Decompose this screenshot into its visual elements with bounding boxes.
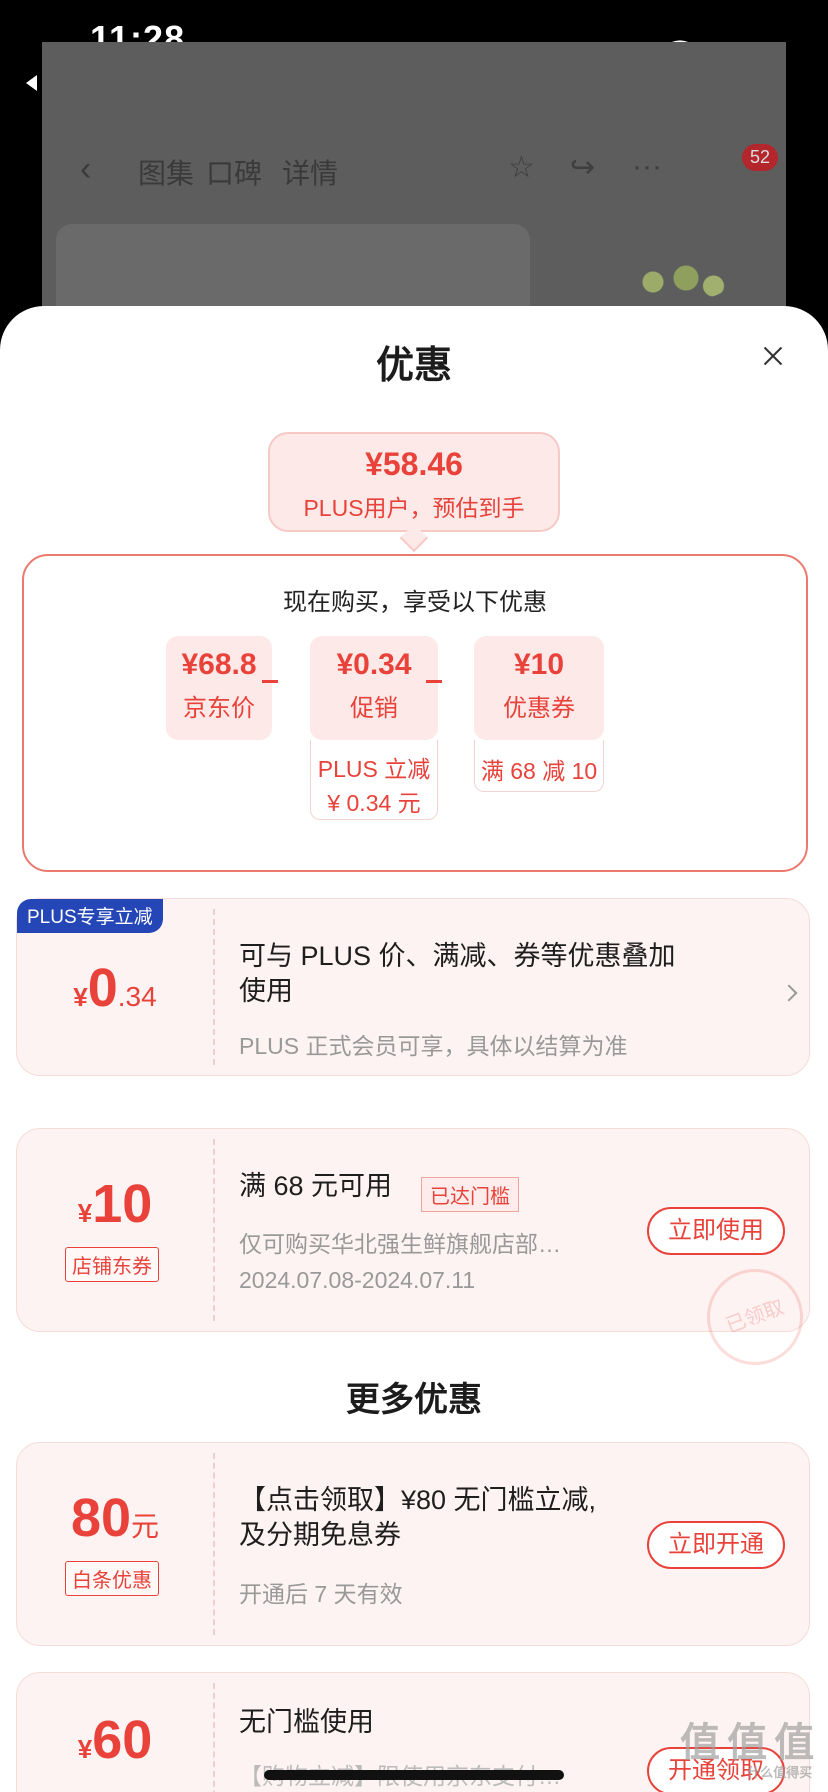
store-coupon-date: 2024.07.08-2024.07.11 — [239, 1267, 476, 1293]
baitiao-subtitle: 开通后 7 天有效 — [239, 1581, 403, 1607]
baitiao-amount-unit: 元 — [131, 1511, 160, 1542]
coupon-detail: 满 68 减 10 — [474, 740, 604, 792]
tab-details: 详情 — [282, 158, 339, 189]
more-icon: ··· — [632, 150, 662, 183]
promotion-value: ¥0.34 — [336, 648, 412, 681]
product-image — [620, 262, 730, 302]
jd-price-chip: ¥68.8 京东价 — [166, 636, 272, 740]
plus-amount: ¥0.34 — [17, 957, 213, 1019]
baitiao-offer-card: 80元 白条优惠 【点击领取】¥80 无门槛立减, 及分期免息券 开通后 7 天… — [16, 1442, 810, 1646]
card-divider — [213, 1453, 215, 1635]
jd-price-value: ¥68.8 — [181, 648, 257, 681]
plus-card-title-line1: 可与 PLUS 价、满减、券等优惠叠加 — [239, 941, 676, 971]
star-icon: ☆ — [508, 151, 535, 184]
use-now-button[interactable]: 立即使用 — [647, 1207, 785, 1255]
plus-badge: PLUS专享立减 — [17, 899, 163, 933]
promotion-detail-line1: PLUS 立减 — [317, 756, 431, 782]
promotion-detail-line2: ¥ 0.34 元 — [327, 790, 421, 816]
promotion-label: 促销 — [350, 695, 398, 722]
card4-amount-value: 60 — [92, 1710, 153, 1770]
plus-discount-card[interactable]: PLUS专享立减 ¥0.34 可与 PLUS 价、满减、券等优惠叠加 使用 PL… — [16, 898, 810, 1076]
baitiao-title-line1: 【点击领取】¥80 无门槛立减, — [239, 1485, 597, 1515]
price-breakdown: 现在购买，享受以下优惠 ¥68.8 京东价 ¥0.34 促销 PLUS 立减 ¥… — [22, 554, 808, 872]
promotion-chip: ¥0.34 促销 — [310, 636, 438, 740]
minus-sign — [426, 680, 442, 683]
breakdown-title: 现在购买，享受以下优惠 — [283, 589, 547, 616]
promotion-detail: PLUS 立减 ¥ 0.34 元 — [310, 740, 438, 820]
store-coupon-desc: 仅可购买华北强生鲜旗舰店部… — [239, 1231, 561, 1257]
minus-sign — [262, 680, 278, 683]
chevron-left-icon: ‹ — [80, 150, 92, 188]
plus-amount-int: 0 — [87, 958, 118, 1018]
store-coupon-tag: 店铺东券 — [65, 1247, 159, 1282]
threshold-reached-badge: 已达门槛 — [421, 1177, 519, 1212]
yen-symbol: ¥ — [73, 982, 88, 1012]
close-icon[interactable] — [758, 342, 788, 372]
chevron-right-icon — [780, 984, 798, 1002]
store-coupon-value: 10 — [92, 1174, 153, 1234]
baitiao-amount-value: 80 — [70, 1488, 132, 1548]
plus-amount-dec: .34 — [117, 981, 157, 1012]
claimed-stamp: 已领取 — [693, 1255, 817, 1379]
card4-title: 无门槛使用 — [239, 1707, 374, 1737]
plus-card-subtitle: PLUS 正式会员可享，具体以结算为准 — [239, 1033, 628, 1059]
coupon-value: ¥10 — [513, 648, 565, 681]
estimated-price-bubble: ¥58.46 PLUS用户，预估到手 — [268, 432, 560, 532]
discount-sheet: 优惠 ¥58.46 PLUS用户，预估到手 现在购买，享受以下优惠 ¥68.8 … — [0, 306, 828, 1792]
card4-amount: ¥60 — [17, 1709, 213, 1771]
baitiao-title-line2: 及分期免息券 — [239, 1520, 401, 1550]
yen-symbol: ¥ — [77, 1734, 93, 1764]
baitiao-tag: 白条优惠 — [65, 1561, 159, 1596]
baitiao-title: 【点击领取】¥80 无门槛立减, 及分期免息券 — [239, 1483, 596, 1553]
background-nav-bar: ‹ 图集 口碑 详情 ☆ ↪ ··· — [42, 140, 786, 200]
card-divider — [213, 1139, 215, 1321]
store-coupon-title: 满 68 元可用 — [239, 1171, 393, 1201]
coupon-label: 优惠券 — [503, 695, 575, 722]
watermark-text: 值 值 值 — [680, 1721, 814, 1765]
plus-card-title: 可与 PLUS 价、满减、券等优惠叠加 使用 — [239, 939, 676, 1009]
activate-now-button[interactable]: 立即开通 — [647, 1521, 785, 1569]
message-badge: 52 — [742, 144, 779, 171]
estimated-price-label: PLUS用户，预估到手 — [303, 495, 525, 521]
card-divider — [213, 1683, 215, 1792]
yen-symbol: ¥ — [77, 1198, 93, 1228]
plus-card-title-line2: 使用 — [239, 976, 293, 1006]
tab-gallery: 图集 — [138, 158, 195, 189]
card-divider — [213, 909, 215, 1065]
baitiao-amount: 80元 — [17, 1487, 213, 1549]
more-offers-title: 更多优惠 — [346, 1381, 482, 1419]
jd-price-label: 京东价 — [183, 695, 255, 722]
sheet-title: 优惠 — [375, 345, 452, 387]
share-icon: ↪ — [570, 151, 596, 184]
estimated-price: ¥58.46 — [365, 446, 463, 482]
watermark: 值 值 值 什么值得买 — [680, 1710, 814, 1781]
store-coupon-amount: ¥10 — [17, 1173, 213, 1235]
back-triangle-icon — [26, 75, 37, 91]
home-indicator[interactable] — [264, 1770, 564, 1780]
coupon-chip: ¥10 优惠券 — [474, 636, 604, 740]
tab-reviews: 口碑 — [206, 158, 263, 189]
store-coupon-card: ¥10 店铺东券 满 68 元可用 已达门槛 仅可购买华北强生鲜旗舰店部… 20… — [16, 1128, 817, 1379]
